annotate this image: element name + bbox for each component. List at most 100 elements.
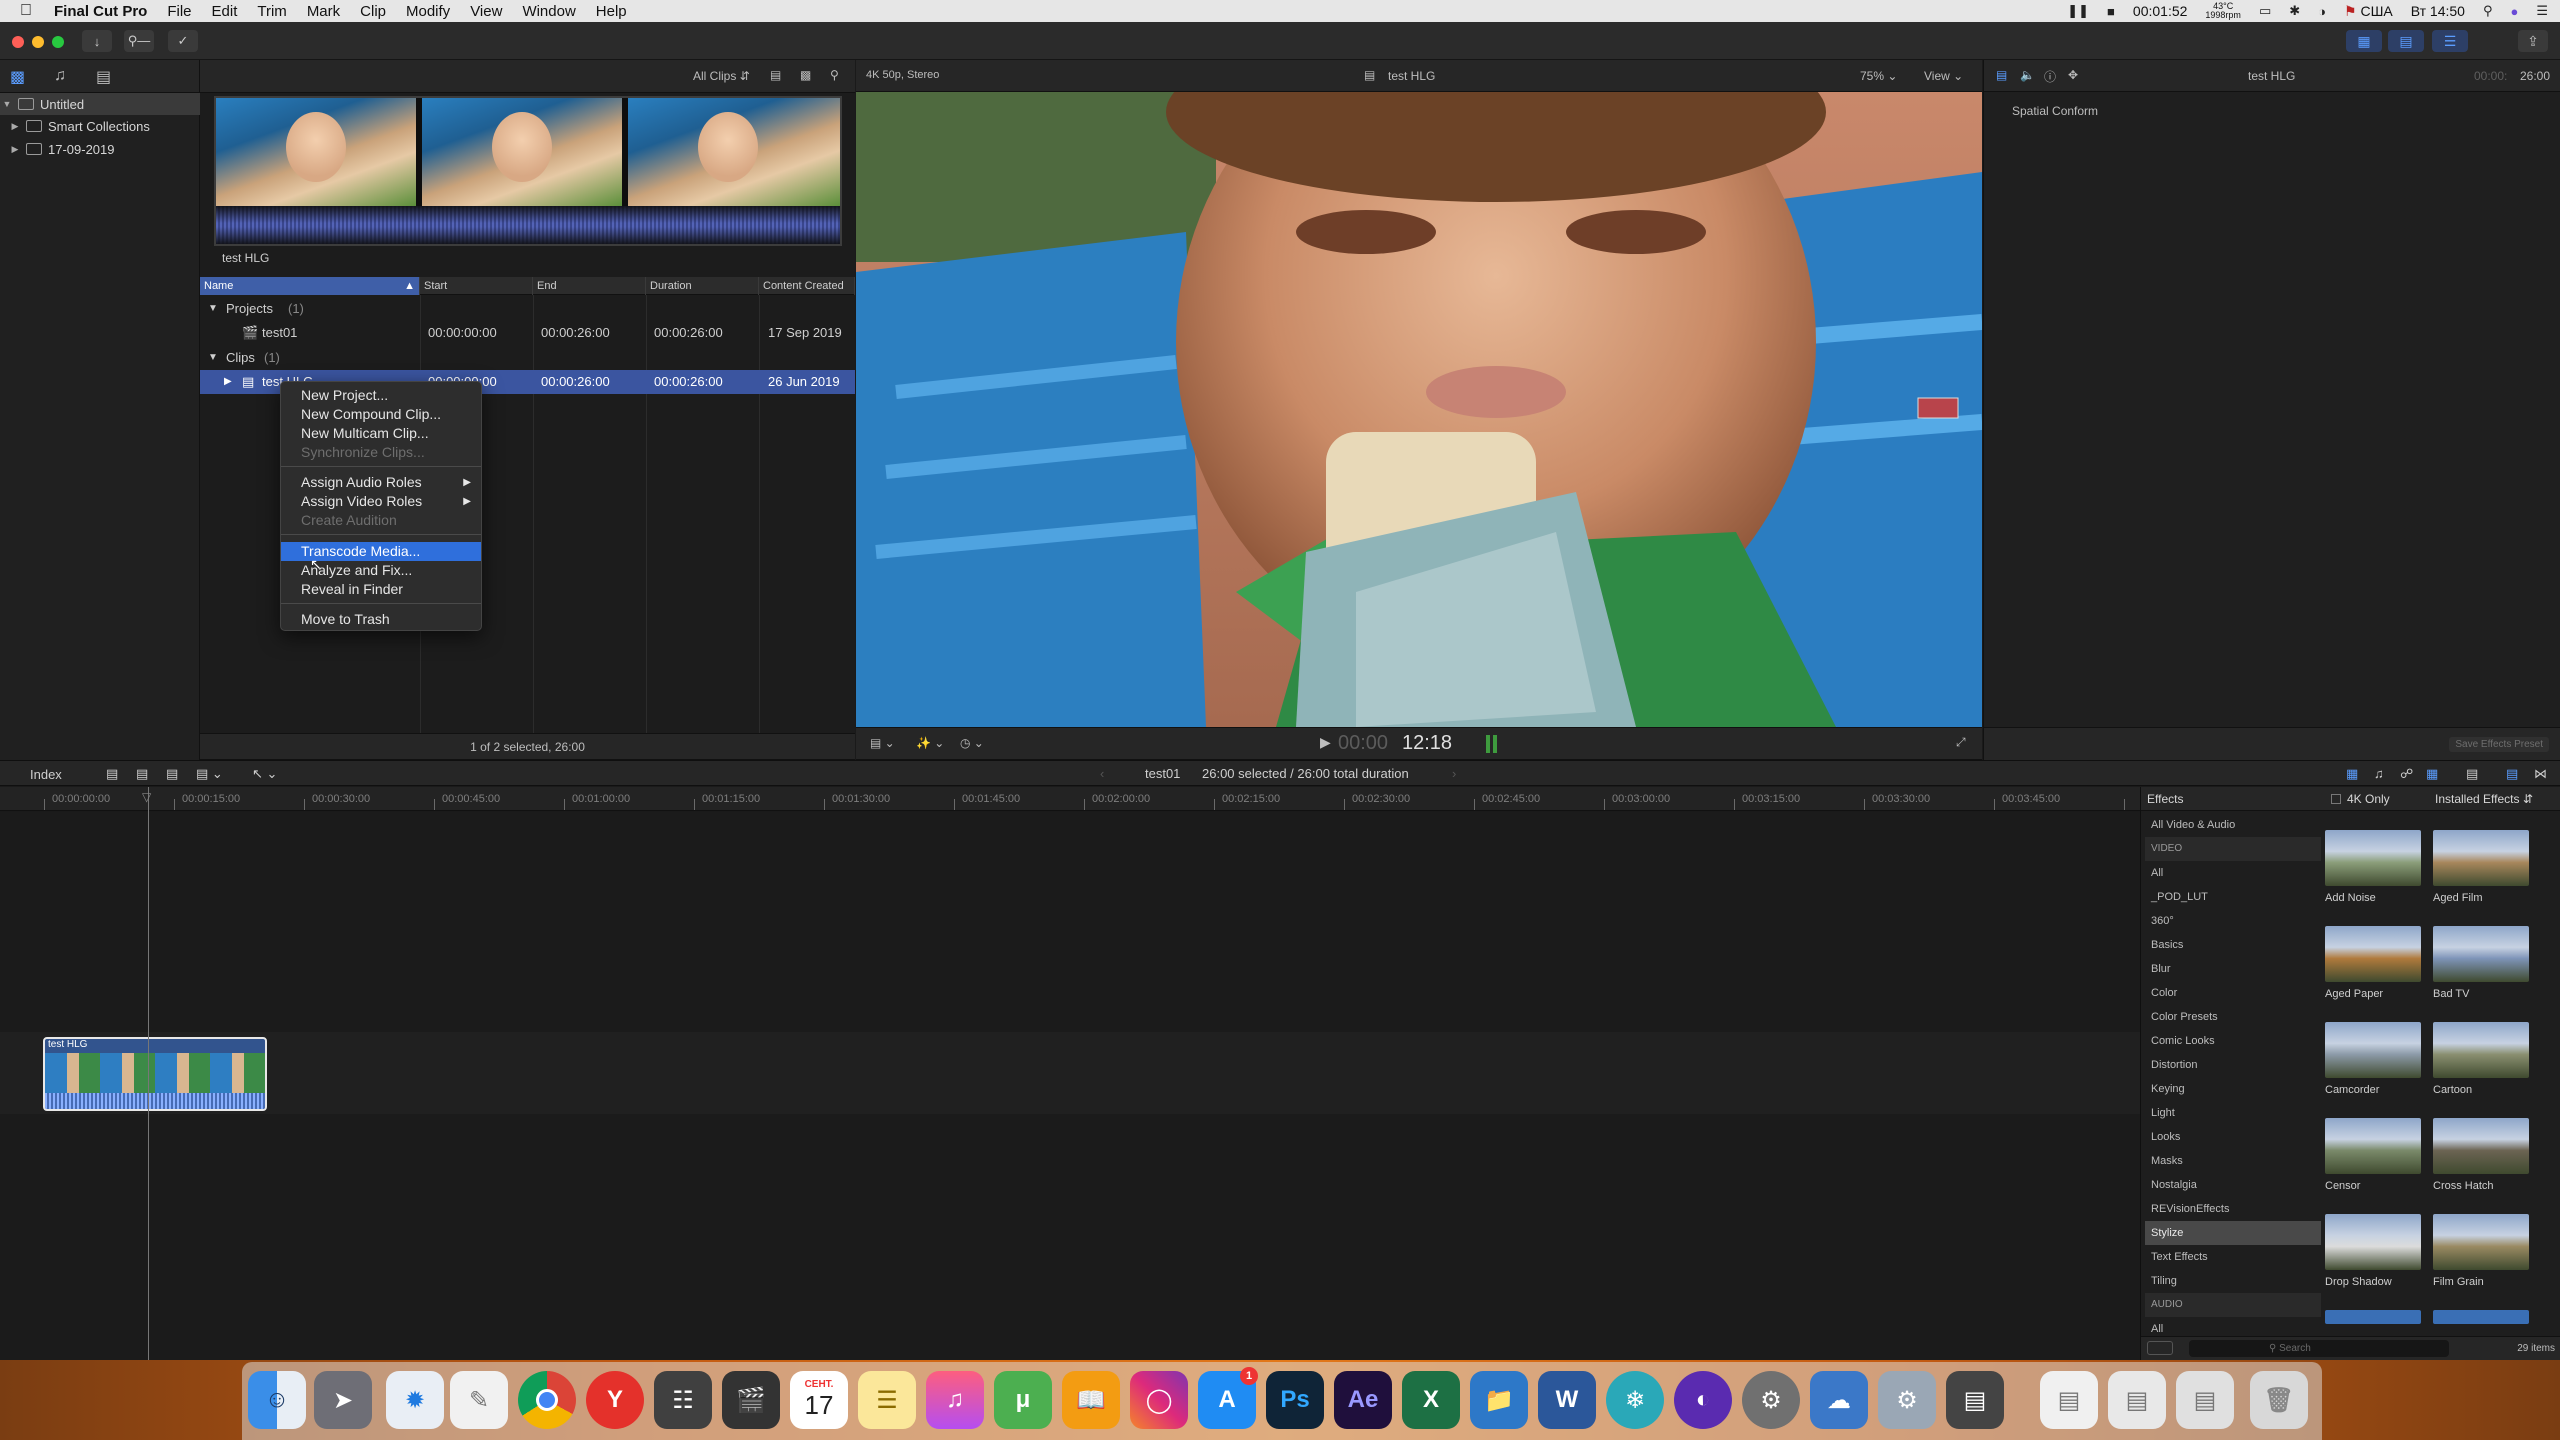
timeline-ruler[interactable]: 00:00:00:00 00:00:15:00 00:00:30:00 00:0… [0, 787, 2140, 811]
menu-item-new-compound-clip[interactable]: New Compound Clip... [281, 405, 481, 424]
photoshop-icon[interactable]: Ps [1266, 1371, 1324, 1429]
effects-category-item[interactable]: Light [2145, 1101, 2321, 1125]
trash-icon[interactable]: 🗑 [2250, 1371, 2308, 1429]
effects-category-item[interactable]: _POD_LUT [2145, 885, 2321, 909]
share-button[interactable]: ⇪ [2518, 30, 2548, 52]
transition-inspector-icon[interactable]: ✥ [2068, 68, 2078, 82]
yandex-browser-icon[interactable]: Y [586, 1371, 644, 1429]
downloads-stack-icon[interactable]: ▤ [2040, 1371, 2098, 1429]
menu-edit[interactable]: Edit [202, 3, 248, 20]
overwrite-clip-dropdown[interactable]: ▤ ⌄ [196, 766, 223, 782]
search-icon[interactable]: ⚲ [830, 68, 839, 82]
notification-center-icon[interactable]: ☰ [2536, 3, 2548, 19]
effects-category-item[interactable]: 360° [2145, 909, 2321, 933]
effects-category-item[interactable]: Looks [2145, 1125, 2321, 1149]
solo-icon[interactable]: ☍ [2400, 766, 2413, 782]
final-cut-pro-icon[interactable]: 🎬 [722, 1371, 780, 1429]
import-media-button[interactable]: ↓ [82, 30, 112, 52]
calendar-icon[interactable]: СЕНТ. 17 [790, 1371, 848, 1429]
cloud-app-icon[interactable]: ☁ [1810, 1371, 1868, 1429]
inspector-layout-button[interactable]: ☰ [2432, 30, 2468, 52]
filmstrip-clip[interactable] [214, 96, 842, 246]
fullscreen-icon[interactable]: ⤢ [1956, 735, 1966, 750]
timeline-layout-button[interactable]: ▤ [2388, 30, 2424, 52]
documents-stack-icon[interactable]: ▤ [2108, 1371, 2166, 1429]
keywords-button[interactable]: ⚲— [124, 30, 154, 52]
clock[interactable]: Вт 14:50 [2411, 3, 2465, 19]
play-button[interactable]: ▶ [1320, 734, 1331, 751]
4k-only-toggle[interactable]: 4K Only [2331, 792, 2390, 806]
textedit-icon[interactable]: ✎ [450, 1371, 508, 1429]
stop-icon[interactable]: ■ [2107, 4, 2115, 19]
utorrent-icon[interactable]: μ [994, 1371, 1052, 1429]
folder-app-icon[interactable]: 📁 [1470, 1371, 1528, 1429]
libraries-layout-button[interactable]: ▦ [2346, 30, 2382, 52]
effect-thumbnail[interactable] [2325, 1214, 2421, 1270]
finder-icon[interactable]: ☺ [248, 1371, 306, 1429]
timeline-clip[interactable]: test HLG [43, 1037, 267, 1111]
disclosure-triangle-icon[interactable]: ▶ [8, 121, 22, 132]
info-inspector-icon[interactable]: ⓘ [2044, 68, 2056, 85]
podcast-app-icon[interactable]: ◐ [1674, 1371, 1732, 1429]
excel-icon[interactable]: X [1402, 1371, 1460, 1429]
input-source-menu[interactable]: ⚑ США [2344, 3, 2393, 20]
titles-generators-tab-icon[interactable]: ▤ [96, 67, 111, 87]
sidebar-item-untitled-library[interactable]: ▼ Untitled [0, 93, 200, 115]
chrome-icon[interactable] [518, 1371, 576, 1429]
menu-item-new-project[interactable]: New Project... [281, 386, 481, 405]
itunes-icon[interactable]: ♫ [926, 1371, 984, 1429]
effects-category-item[interactable]: Keying [2145, 1077, 2321, 1101]
checkbox-icon[interactable] [2331, 794, 2341, 804]
history-back-icon[interactable]: ‹ [1100, 766, 1104, 781]
group-row-clips[interactable]: ▼ Clips (1) [200, 346, 855, 370]
preview-icon[interactable]: ▤ [1946, 1371, 2004, 1429]
pause-icon[interactable]: ❚❚ [2067, 3, 2089, 19]
after-effects-icon[interactable]: Ae [1334, 1371, 1392, 1429]
spatial-conform-section[interactable]: Spatial Conform [2012, 104, 2098, 118]
effect-thumbnail[interactable] [2325, 1022, 2421, 1078]
column-header-end[interactable]: End [533, 277, 646, 295]
effect-thumbnail[interactable] [2433, 926, 2529, 982]
group-row-projects[interactable]: ▼ Projects (1) [200, 297, 855, 321]
effect-thumbnail[interactable] [2325, 1310, 2421, 1324]
append-clip-icon[interactable]: ▤ [166, 766, 178, 782]
disclosure-triangle-icon[interactable]: ▶ [8, 144, 22, 155]
effect-thumbnail[interactable] [2325, 830, 2421, 886]
wifi-icon[interactable]: ◑ [2318, 4, 2326, 19]
photos-audio-tab-icon[interactable]: ♫ [54, 67, 66, 85]
effect-thumbnail[interactable] [2433, 1118, 2529, 1174]
view-dropdown[interactable]: View ⌄ [1924, 69, 1963, 83]
word-icon[interactable]: W [1538, 1371, 1596, 1429]
insert-clip-icon[interactable]: ▤ [136, 766, 148, 782]
books-icon[interactable]: 📖 [1062, 1371, 1120, 1429]
instagram-icon[interactable]: ◯ [1130, 1371, 1188, 1429]
minimize-window-button[interactable] [32, 36, 44, 48]
effect-thumbnail[interactable] [2325, 1118, 2421, 1174]
menu-item-reveal-in-finder[interactable]: Reveal in Finder [281, 580, 481, 599]
effects-category-item[interactable]: Distortion [2145, 1053, 2321, 1077]
sidebar-item-smart-collections[interactable]: ▶ Smart Collections [0, 115, 200, 137]
select-tool-dropdown[interactable]: ↖ ⌄ [252, 766, 277, 782]
sidebar-item-event[interactable]: ▶ 17-09-2019 [0, 138, 200, 160]
effects-category-item[interactable]: REVisionEffects [2145, 1197, 2321, 1221]
disclosure-triangle-icon[interactable]: ▼ [0, 99, 14, 109]
audio-inspector-icon[interactable]: 🔈 [2020, 68, 2035, 82]
background-tasks-button[interactable]: ✓ [168, 30, 198, 52]
effects-category-item[interactable]: Stylize [2145, 1221, 2321, 1245]
effects-category-item[interactable]: Masks [2145, 1149, 2321, 1173]
menu-file[interactable]: File [157, 3, 201, 20]
column-header-name[interactable]: Name ▲ [200, 277, 420, 295]
view-options-dropdown[interactable]: ▤ ⌄ [870, 736, 895, 750]
menu-item-new-multicam-clip[interactable]: New Multicam Clip... [281, 424, 481, 443]
effects-browser-icon[interactable]: ▤ [2506, 766, 2518, 782]
calculator-icon[interactable]: ☷ [654, 1371, 712, 1429]
menu-item-assign-video-roles[interactable]: Assign Video Roles ▶ [281, 492, 481, 511]
history-forward-icon[interactable]: › [1452, 766, 1456, 781]
playhead[interactable] [148, 787, 149, 1360]
effects-category-item[interactable]: Text Effects [2145, 1245, 2321, 1269]
system-monitor[interactable]: 43°C 1998rpm [2205, 2, 2241, 20]
installed-effects-dropdown[interactable]: Installed Effects ⇵ [2435, 792, 2533, 806]
spotlight-icon[interactable]: ⚲ [2483, 3, 2493, 19]
index-button[interactable]: Index [30, 767, 62, 782]
video-skimming-icon[interactable]: ▦ [2346, 766, 2358, 782]
